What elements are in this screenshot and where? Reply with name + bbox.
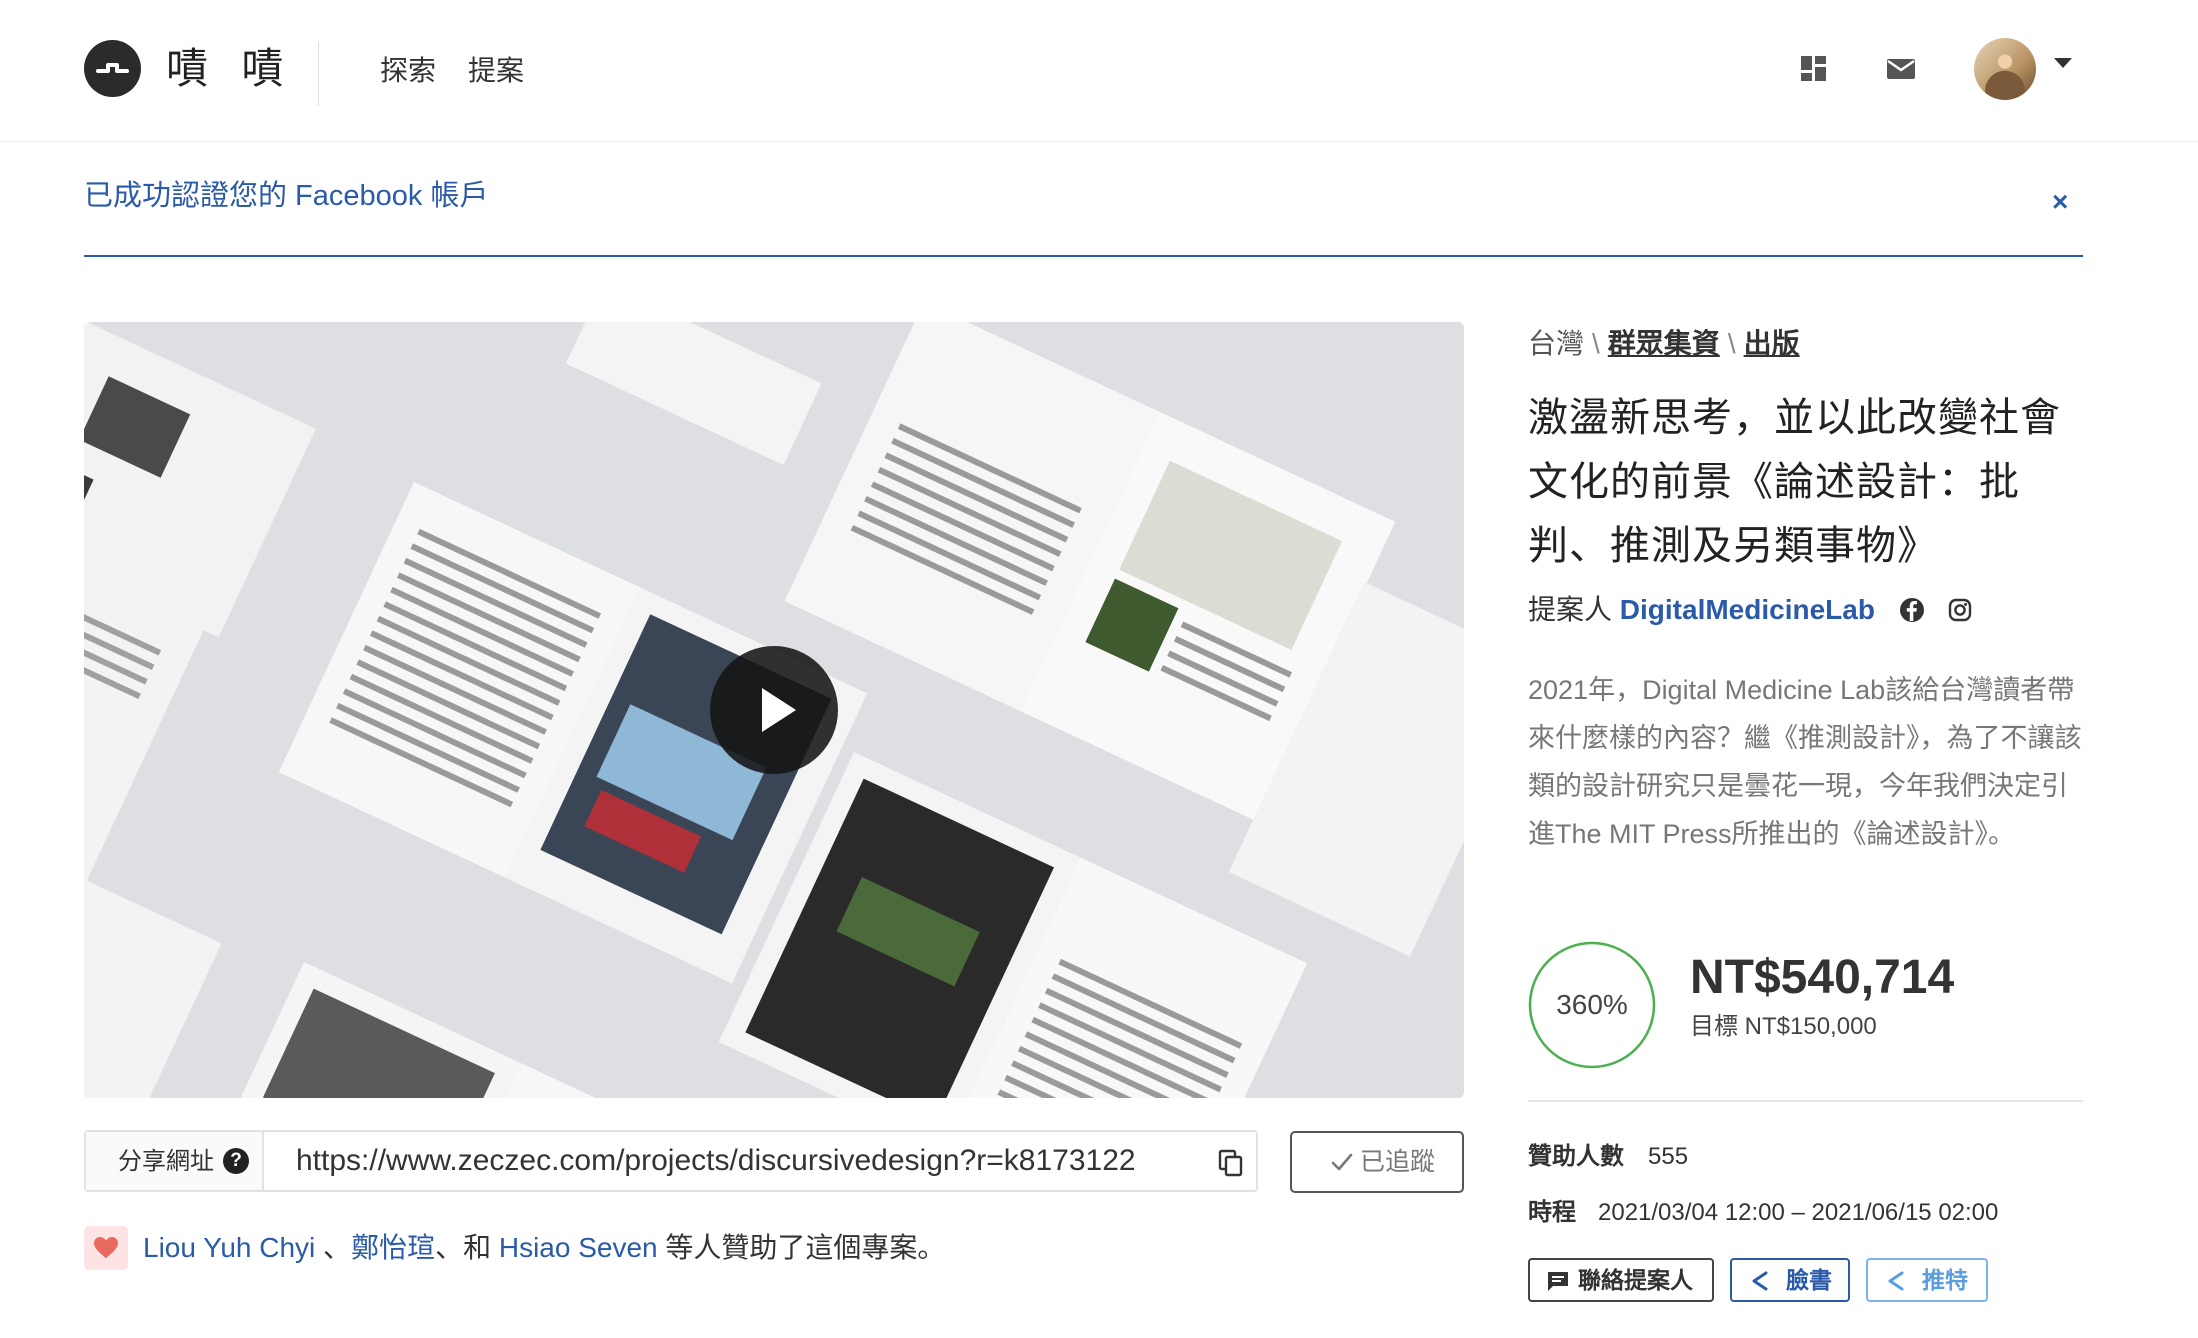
- backer-link[interactable]: Liou Yuh Chyi: [143, 1232, 315, 1263]
- breadcrumb-separator: \: [1592, 328, 1600, 359]
- share-icon: [1884, 1270, 1908, 1297]
- funding-percent: 360%: [1556, 989, 1628, 1020]
- share-label: 分享網址: [118, 1148, 214, 1175]
- follow-label: 已追蹤: [1360, 1148, 1436, 1176]
- proposer-label: 提案人: [1528, 594, 1613, 625]
- backers-suffix: 等人贊助了這個專案。: [657, 1232, 946, 1263]
- play-icon[interactable]: [710, 646, 838, 774]
- help-circle-icon[interactable]: ?: [223, 1148, 249, 1174]
- backer-link[interactable]: 鄭怡瑄: [351, 1232, 435, 1263]
- caret-down-icon[interactable]: [2054, 58, 2072, 68]
- contact-proposer-button[interactable]: 聯絡提案人: [1528, 1258, 1714, 1302]
- notice-close-button[interactable]: ×: [2052, 184, 2068, 220]
- project-video[interactable]: [84, 322, 1464, 1098]
- dashboard-grid-icon[interactable]: [1797, 52, 1831, 86]
- backers-separator: 、: [315, 1232, 352, 1263]
- project-description: 2021年，Digital Medicine Lab該給台灣讀者帶來什麼樣的內容…: [1528, 675, 2082, 849]
- panel-divider: [1528, 1100, 2083, 1102]
- backers-count-label: 贊助人數: [1528, 1143, 1624, 1170]
- site-header: 嘖 嘖 探索 提案: [0, 0, 2198, 142]
- facebook-icon[interactable]: [1898, 596, 1926, 624]
- share-icon: [1748, 1270, 1772, 1297]
- copy-icon[interactable]: [1216, 1148, 1246, 1178]
- breadcrumb-subcategory-link[interactable]: 出版: [1744, 328, 1800, 359]
- breadcrumb-separator: \: [1727, 328, 1736, 359]
- amount-raised: NT$540,714: [1690, 951, 1955, 1004]
- contact-proposer-label: 聯絡提案人: [1578, 1267, 1693, 1293]
- backer-link[interactable]: Hsiao Seven: [499, 1232, 658, 1263]
- period-value: 2021/03/04 12:00 – 2021/06/15 02:00: [1598, 1199, 1999, 1226]
- nav-explore-link[interactable]: 探索: [380, 52, 436, 90]
- check-icon: [1330, 1148, 1354, 1181]
- heart-icon: [84, 1226, 128, 1270]
- project-title: 激盪新思考，並以此改變社會文化的前景《論述設計：批判、推測及另類事物》: [1528, 396, 2061, 568]
- recent-backers-text: Liou Yuh Chyi 、鄭怡瑄、和 Hsiao Seven 等人贊助了這個…: [143, 1228, 945, 1268]
- backers-count: 555: [1648, 1143, 1689, 1170]
- share-label-cell: 分享網址 ?: [86, 1132, 264, 1190]
- share-facebook-label: 臉書: [1786, 1267, 1832, 1293]
- proposer-name-link[interactable]: DigitalMedicineLab: [1620, 594, 1875, 625]
- instagram-icon[interactable]: [1946, 596, 1974, 624]
- share-facebook-button[interactable]: 臉書: [1730, 1258, 1850, 1302]
- breadcrumb-region: 台灣: [1528, 328, 1585, 359]
- share-url-box: 分享網址 ?: [84, 1130, 1258, 1192]
- brand-name[interactable]: 嘖 嘖: [166, 40, 293, 97]
- header-divider: [318, 42, 319, 106]
- nav-propose-link[interactable]: 提案: [468, 52, 524, 90]
- funding-goal: 目標 NT$150,000: [1690, 1013, 1877, 1040]
- notice-divider: [84, 255, 2083, 257]
- mail-icon[interactable]: [1884, 52, 1918, 86]
- zeczec-logo-icon[interactable]: [84, 40, 141, 97]
- backers-separator: 、和: [435, 1232, 499, 1263]
- user-avatar[interactable]: [1974, 38, 2036, 100]
- breadcrumb: 台灣 \ 群眾集資 \ 出版: [1528, 324, 1800, 364]
- period-label: 時程: [1528, 1199, 1576, 1226]
- share-twitter-button[interactable]: 推特: [1866, 1258, 1988, 1302]
- notice-message: 已成功認證您的 Facebook 帳戶: [84, 180, 489, 212]
- chat-bubble-icon: [1546, 1270, 1570, 1297]
- breadcrumb-category-link[interactable]: 群眾集資: [1608, 328, 1720, 359]
- share-url-input[interactable]: [296, 1140, 1196, 1182]
- follow-button[interactable]: 已追蹤: [1290, 1131, 1464, 1193]
- share-twitter-label: 推特: [1922, 1267, 1968, 1293]
- proposer-line: 提案人 DigitalMedicineLab: [1528, 590, 1875, 630]
